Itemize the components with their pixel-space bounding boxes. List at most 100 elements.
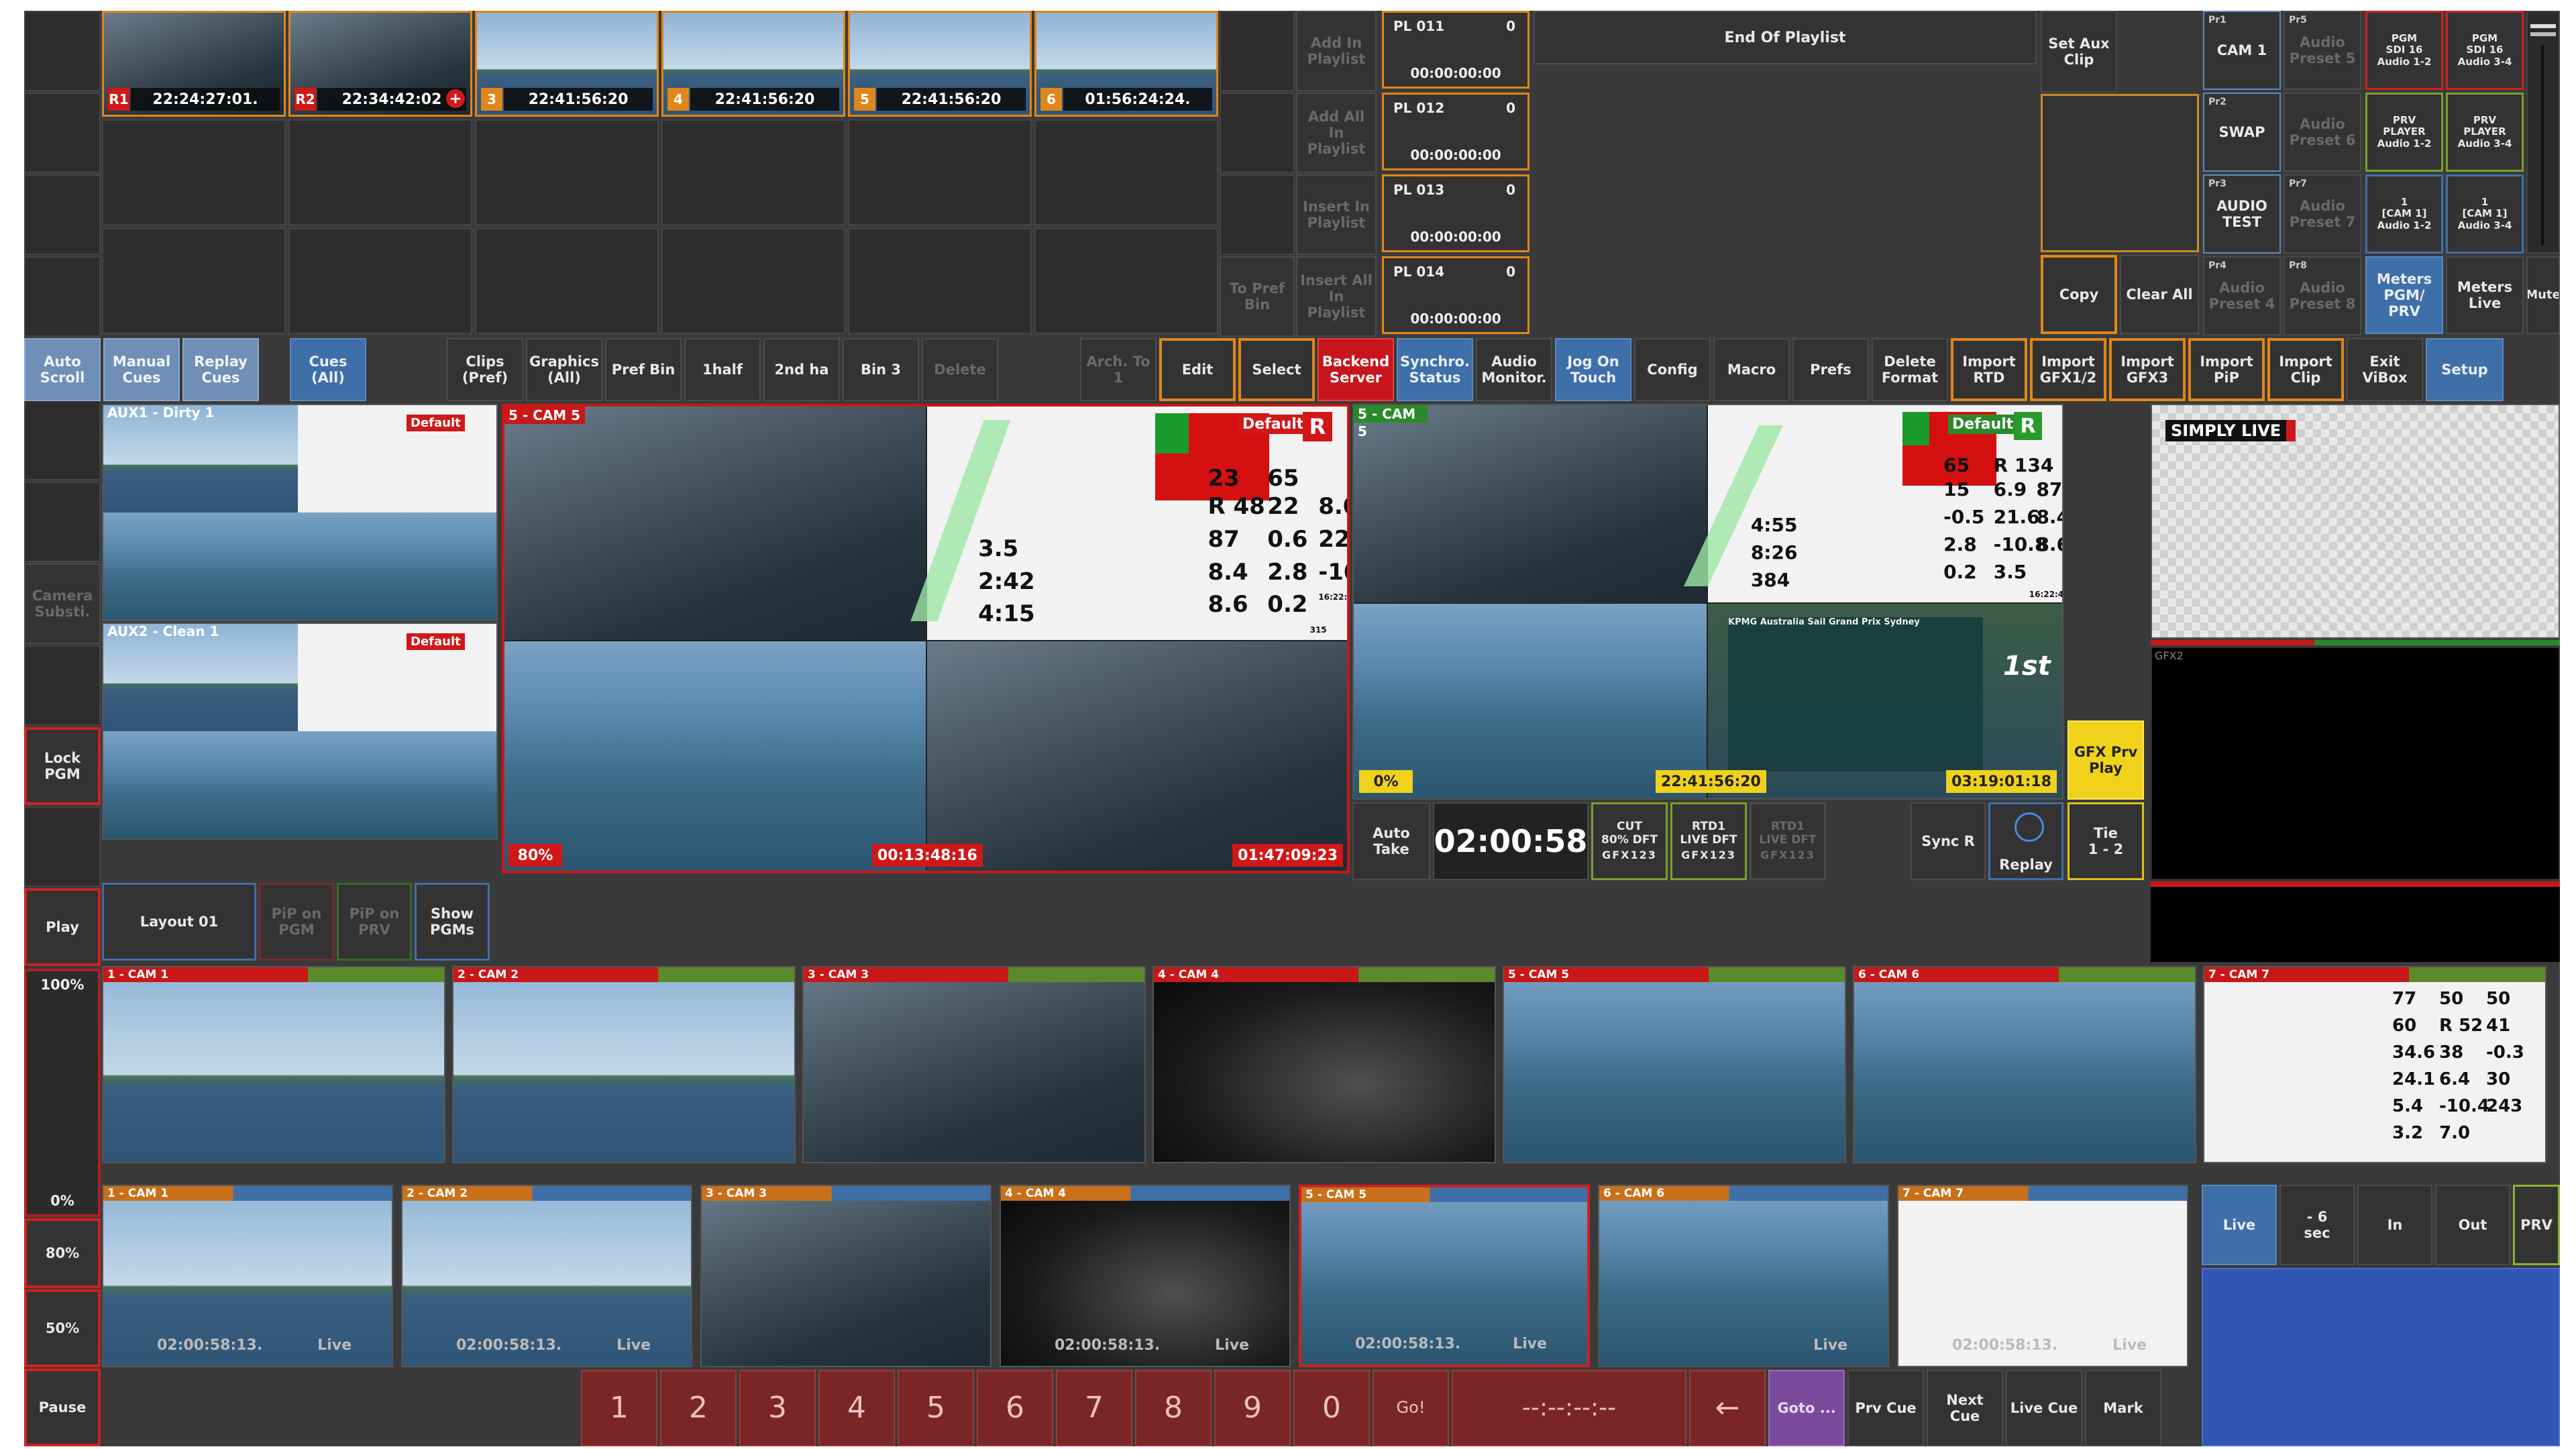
toolbar-button[interactable]: Import GFX1/2 — [2030, 338, 2106, 401]
cue-button[interactable]: Mark — [2085, 1370, 2161, 1446]
camera-substitution-button[interactable]: Camera Substi. — [24, 564, 101, 644]
numpad-key[interactable]: 9 — [1214, 1370, 1291, 1446]
toolbar-button[interactable]: Synchro. Status — [1397, 338, 1473, 401]
camera-feed[interactable]: 2 - CAM 2 — [452, 966, 796, 1163]
in-button[interactable]: In — [2357, 1185, 2432, 1265]
audio-route-button[interactable]: 1 [CAM 1] Audio 3-4 — [2446, 174, 2524, 254]
cue-button[interactable]: Next Cue — [1927, 1370, 2003, 1446]
toolbar-button[interactable]: Macro — [1713, 338, 1790, 401]
camera-feed[interactable]: 6 - CAM 6 Live — [1598, 1185, 1889, 1367]
camera-feed[interactable]: 7 - CAM 7 02:00:58:13. Live — [1897, 1185, 2188, 1367]
gfx2-monitor[interactable]: GFX2 — [2151, 647, 2560, 880]
toolbar-button[interactable]: Backend Server — [1318, 338, 1394, 401]
toolbar-button[interactable]: Config — [1634, 338, 1711, 401]
audio-preset-button[interactable]: Pr7 Audio Preset 7 — [2284, 174, 2361, 254]
empty-clip-slot[interactable] — [848, 228, 1032, 334]
gfx1-monitor[interactable]: SIMPLY LIVE — [2151, 404, 2560, 639]
sync-r-button[interactable]: Sync R — [1911, 802, 1986, 880]
clip-thumbnail[interactable]: 22:24:27:01. R1 — [102, 11, 286, 117]
playlist-item[interactable]: PL 012 0 00:00:00:00 — [1382, 93, 1529, 170]
audio-preset-button[interactable]: Pr5 Audio Preset 5 — [2284, 11, 2361, 90]
speed-80-button[interactable]: 80% — [24, 1218, 101, 1288]
pip-on-prv-button[interactable]: PiP on PRV — [337, 883, 412, 961]
speed-50-button[interactable]: 50% — [24, 1289, 101, 1367]
toolbar-button[interactable]: Delete — [922, 338, 998, 401]
empty-clip-slot[interactable] — [661, 119, 845, 225]
aux-clip-slot[interactable] — [2041, 94, 2199, 252]
toolbar-button[interactable]: Auto Scroll — [24, 338, 101, 401]
aux1-monitor[interactable]: AUX1 - Dirty 1 Default — [102, 404, 498, 621]
out-button[interactable]: Out — [2435, 1185, 2510, 1265]
jog-panel[interactable] — [2202, 1268, 2560, 1446]
camera-feed[interactable]: 4 - CAM 4 02:00:58:13. Live — [1000, 1185, 1291, 1367]
rtd-button[interactable]: CUT 80% DFT GFX123 — [1591, 802, 1668, 880]
to-pref-bin-button[interactable]: To Pref Bin — [1220, 256, 1295, 337]
cue-button[interactable]: Prv Cue — [1847, 1370, 1924, 1446]
insert-all-in-playlist-button[interactable]: Insert All In Playlist — [1296, 256, 1377, 337]
toolbar-button[interactable]: Prefs — [1792, 338, 1869, 401]
auto-take-button[interactable]: Auto Take — [1352, 802, 1430, 880]
numpad-key[interactable]: 1 — [581, 1370, 657, 1446]
meters-pgm-prv-button[interactable]: Meters PGM/ PRV — [2365, 256, 2443, 334]
copy-button[interactable]: Copy — [2041, 255, 2117, 334]
gfx-prv-play-button[interactable]: GFX Prv Play — [2068, 720, 2144, 800]
audio-meter[interactable] — [2526, 11, 2560, 254]
camera-feed[interactable]: 1 - CAM 1 02:00:58:13. Live — [102, 1185, 393, 1367]
rtd-button[interactable]: RTD1 LIVE DFT GFX123 — [1670, 802, 1747, 880]
play-button[interactable]: Play — [24, 888, 101, 966]
audio-preset-button[interactable]: Audio Preset 6 — [2284, 93, 2361, 172]
layout-button[interactable]: Layout 01 — [102, 883, 256, 961]
toolbar-button[interactable]: Clips (Pref) — [447, 338, 523, 401]
numpad-key[interactable]: 6 — [977, 1370, 1053, 1446]
audio-route-button[interactable]: PGM SDI 16 Audio 3-4 — [2446, 11, 2524, 90]
replay-button[interactable]: Replay — [1988, 802, 2063, 880]
toolbar-button[interactable]: Graphics (All) — [526, 338, 602, 401]
camera-feed[interactable]: 5 - CAM 5 — [1503, 966, 1846, 1163]
pause-button[interactable]: Pause — [24, 1368, 101, 1446]
insert-in-playlist-button[interactable]: Insert In Playlist — [1296, 174, 1377, 255]
empty-clip-slot[interactable] — [102, 119, 286, 225]
empty-clip-slot[interactable] — [661, 228, 845, 334]
camera-feed[interactable]: 2 - CAM 2 02:00:58:13. Live — [401, 1185, 692, 1367]
preview-monitor[interactable]: KPMG Australia Sail Grand Prix Sydney 1s… — [1352, 404, 2063, 800]
numpad-key[interactable]: 7 — [1056, 1370, 1132, 1446]
aux2-monitor[interactable]: AUX2 - Clean 1 Default — [102, 623, 498, 840]
mute-button[interactable]: Mute — [2526, 256, 2560, 334]
playlist-item[interactable]: PL 013 0 00:00:00:00 — [1382, 174, 1529, 252]
audio-preset-button[interactable]: Pr4 Audio Preset 4 — [2203, 256, 2281, 335]
audio-route-button[interactable]: PRV PLAYER Audio 3-4 — [2446, 93, 2524, 172]
gfx3-monitor[interactable] — [2151, 881, 2560, 962]
toolbar-button[interactable]: 2nd ha — [763, 338, 840, 401]
toolbar-button[interactable]: Replay Cues — [182, 338, 259, 401]
toolbar-button[interactable]: Exit ViBox — [2347, 338, 2423, 401]
add-in-playlist-button[interactable]: Add In Playlist — [1296, 11, 1377, 91]
toolbar-button[interactable]: 1half — [684, 338, 761, 401]
show-pgms-button[interactable]: Show PGMs — [415, 883, 490, 961]
toolbar-button[interactable]: Cues (All) — [290, 338, 366, 401]
toolbar-button[interactable]: Audio Monitor. — [1476, 338, 1552, 401]
minus-6-sec-button[interactable]: - 6 sec — [2279, 1185, 2355, 1265]
toolbar-button[interactable]: Setup — [2426, 338, 2504, 401]
audio-preset-button[interactable]: Pr2 SWAP — [2203, 93, 2281, 172]
tie-button[interactable]: Tie 1 - 2 — [2068, 802, 2144, 880]
go-button[interactable]: Go! — [1373, 1370, 1449, 1446]
empty-clip-slot[interactable] — [288, 119, 472, 225]
numpad-key[interactable]: 8 — [1135, 1370, 1212, 1446]
program-monitor[interactable]: 5 - CAM 5 Default R 2365R 48228.0870.622… — [502, 404, 1350, 873]
camera-feed[interactable]: 7 - CAM 7 77 50 50 60 R 52 41 34.6 38 -0.3 24.1 6.4… — [2203, 966, 2546, 1163]
numpad-key[interactable]: 5 — [898, 1370, 974, 1446]
speed-slider[interactable]: 100% 0% — [24, 969, 101, 1217]
audio-preset-button[interactable]: Pr3 AUDIO TEST — [2203, 174, 2281, 254]
playlist-item[interactable]: PL 014 0 00:00:00:00 — [1382, 256, 1529, 334]
toolbar-button[interactable]: Import PiP — [2188, 338, 2265, 401]
clip-thumbnail[interactable]: 22:34:42:02 R2 + — [288, 11, 472, 117]
numpad-key[interactable]: 0 — [1293, 1370, 1370, 1446]
backspace-button[interactable]: ← — [1689, 1370, 1766, 1446]
empty-clip-slot[interactable] — [1034, 228, 1218, 334]
toolbar-button[interactable]: Arch. To 1 — [1080, 338, 1157, 401]
camera-feed[interactable]: 5 - CAM 5 02:00:58:13. Live — [1299, 1185, 1590, 1367]
audio-route-button[interactable]: PGM SDI 16 Audio 1-2 — [2365, 11, 2443, 90]
cue-button[interactable]: Live Cue — [2006, 1370, 2082, 1446]
lock-pgm-button[interactable]: Lock PGM — [24, 727, 101, 805]
clip-thumbnail[interactable]: 22:41:56:20 4 — [661, 11, 845, 117]
